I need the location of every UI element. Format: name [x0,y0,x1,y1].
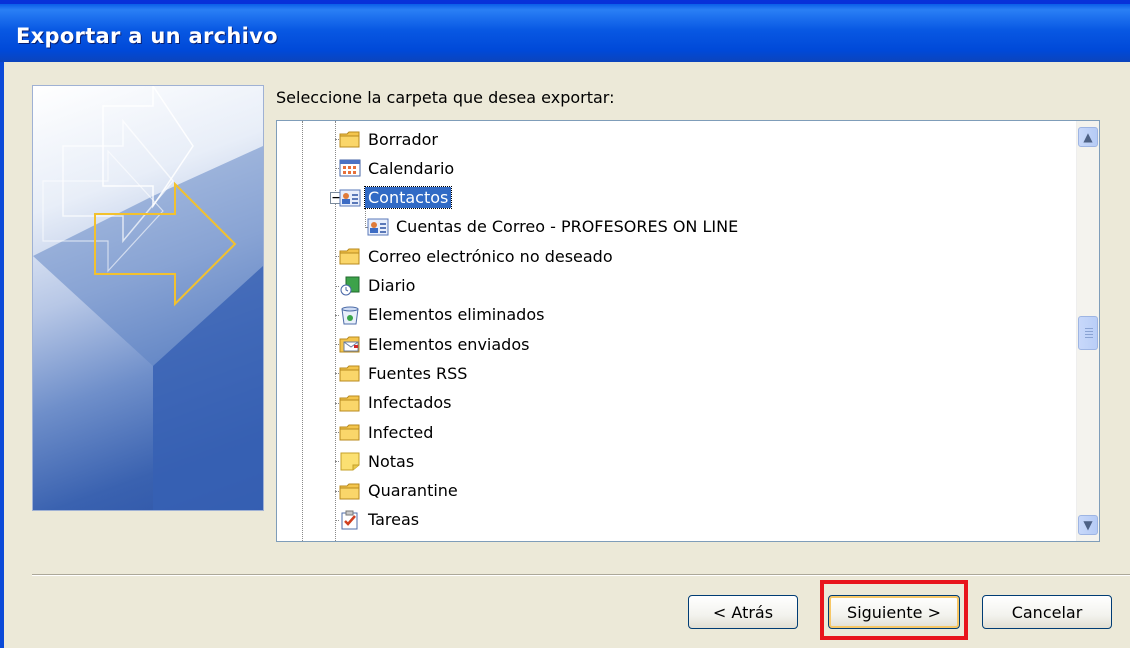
tree-item[interactable]: Infected [339,419,436,445]
calendar-icon [339,158,361,178]
tree-item-label: Correo electrónico no deseado [368,246,613,266]
folder-icon [339,363,361,383]
tree-item[interactable]: Notas [339,448,417,474]
folder-icon [339,246,361,266]
folder-icon [339,481,361,501]
tree-branch-line [335,121,336,541]
tree-item-label: Tareas [368,510,420,530]
folder-tree-canvas: Borrador Calendario − Contactos Cuentas de C… [277,121,1077,541]
tree-item-label: Fuentes RSS [368,363,468,383]
grip-line [1085,334,1093,335]
scroll-thumb[interactable] [1078,316,1098,350]
tree-item[interactable]: Elementos eliminados [339,302,547,328]
folder-tree[interactable]: Borrador Calendario − Contactos Cuentas de C… [276,120,1100,542]
deleted-items-icon [339,305,361,325]
dialog-separator [32,574,1130,576]
tree-item[interactable]: Elementos enviados [339,331,532,357]
sent-items-icon [339,334,361,354]
tree-item-label: Notas [368,451,415,471]
journal-icon [339,276,361,296]
tree-root-line [302,121,303,541]
window-frame-left [0,62,4,648]
grip-line [1085,331,1093,332]
tree-item[interactable]: Diario [339,273,418,299]
contacts-icon [367,217,389,237]
scroll-down-button[interactable]: ▼ [1078,515,1098,535]
tree-item[interactable]: Fuentes RSS [339,360,470,386]
arrow-graphic-icon [33,86,263,510]
folder-icon [339,393,361,413]
wizard-banner-image [32,85,264,511]
tree-item-label: Calendario [368,158,455,178]
tree-item-label: Quarantine [368,481,458,501]
tree-item[interactable]: Calendario [339,155,457,181]
tasks-icon [339,510,361,530]
tree-scrollbar[interactable]: ▲ ▼ [1076,121,1099,541]
notes-icon [339,451,361,471]
tree-item[interactable]: Quarantine [339,478,461,504]
back-button[interactable]: < Atrás [688,595,798,629]
tree-item[interactable]: Infectados [339,390,455,416]
next-button[interactable]: Siguiente > [828,595,960,629]
grip-line [1085,337,1093,338]
folder-icon [339,129,361,149]
tree-item[interactable]: Contactos [339,185,453,211]
title-bar: Exportar a un archivo [0,0,1130,62]
tree-item[interactable]: Tareas [339,507,422,533]
tree-item-label: Diario [368,276,416,295]
tree-item[interactable]: Correo electrónico no deseado [339,243,616,269]
tree-item-label: Borrador [368,129,438,149]
tree-item-label: Infected [368,422,434,442]
chevron-down-icon: ▼ [1083,518,1093,532]
tree-item[interactable]: Cuentas de Correo - PROFESORES ON LINE [367,214,741,240]
cancel-button[interactable]: Cancelar [982,595,1112,629]
contacts-icon [339,188,361,208]
chevron-up-icon: ▲ [1083,130,1093,144]
tree-item-label: Elementos eliminados [368,305,545,325]
tree-item-label: Infectados [368,393,452,413]
folder-icon [339,422,361,442]
tree-item[interactable]: Borrador [339,126,441,152]
scroll-up-button[interactable]: ▲ [1078,127,1098,147]
tree-item-label: Cuentas de Correo - PROFESORES ON LINE [396,217,739,237]
window-title: Exportar a un archivo [16,24,278,48]
tree-item-label: Elementos enviados [368,334,530,354]
tree-item-label: Contactos [363,186,453,210]
grip-line [1085,328,1093,329]
select-folder-prompt: Seleccione la carpeta que desea exportar… [276,88,615,107]
